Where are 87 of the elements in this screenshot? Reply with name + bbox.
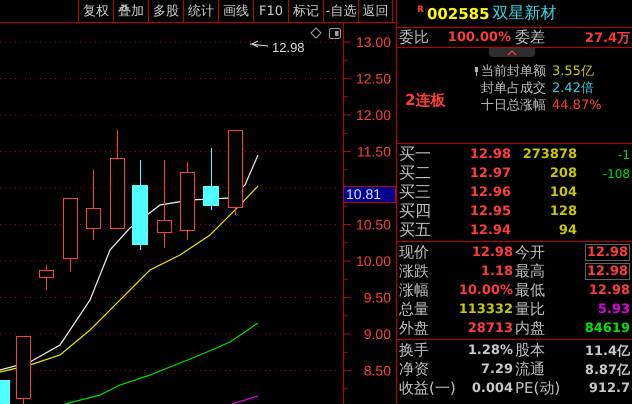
field-value: 0.004 [470,381,513,396]
field-value: 912.7 [588,381,630,396]
price-label: 9.00 [364,326,391,342]
field-label: 换手 [399,341,430,360]
field-value: 2.42倍 [552,80,594,97]
candlestick [86,170,101,240]
field-value: 12.98 [584,263,630,280]
bid-label: 买二 [399,163,432,184]
field-value: 28713 [468,321,513,336]
bid-label: 买一 [399,144,432,165]
field-label: 外盘 [399,319,430,338]
field-label: PE(动) [514,379,562,398]
streak-label: 2连板 [405,90,446,110]
field-value: 5.93 [598,302,630,317]
high-price-note: 12.98 [272,40,305,55]
bid-price: 12.94 [468,223,511,238]
field-label: 委差 [515,28,545,47]
bid-price: 12.96 [468,185,511,200]
toggle-icon[interactable] [329,28,341,39]
candlestick [16,336,31,404]
price-label: 11.50 [357,144,391,160]
field-label: 净资 [399,360,430,379]
arrow-icon [250,40,268,48]
bid-price: 12.95 [468,204,511,219]
bid-label: 买四 [399,201,432,222]
collapse-icon [506,50,516,56]
field-label: 现价 [399,243,430,262]
bid-price: 12.97 [468,166,511,181]
field-label: 当前封单额 [481,63,546,80]
field-label: 最高 [514,262,546,281]
bid-volume: 104 [548,185,577,200]
field-label: 涨幅 [399,281,430,300]
field-value: 10.00% [458,283,513,298]
diamond-icon[interactable] [310,27,322,39]
toolbar-button[interactable]: 返回 [358,0,393,22]
field-value: 8.87亿 [584,362,630,378]
field-value: 1.18 [480,264,513,279]
field-label: 委比 [399,28,430,47]
field-label: 封单占成交 [481,80,546,97]
current-price-marker: 10.81 [343,186,396,203]
candlestick [39,264,54,290]
price-label: 8.50 [364,362,391,378]
field-value: 44.87% [552,98,602,112]
field-label: 十日总涨幅 [481,97,546,114]
field-value: 12.98 [584,244,630,261]
stock-code: 002585 [426,4,490,22]
toolbar-button[interactable]: -自选 [323,0,358,22]
price-label: 13.00 [356,34,391,50]
flag-label: R [417,5,424,15]
stock-name: 双星新材 [492,3,557,24]
field-label: 内盘 [514,319,546,338]
pin-icon [475,66,478,76]
bid-label: 买五 [399,220,432,241]
field-value: 12.98 [472,245,513,260]
field-value: 113332 [458,302,513,317]
field-value: 11.4亿 [584,342,630,360]
candlestick [203,148,219,210]
field-label: 流通 [514,360,546,379]
field-label: 最低 [514,281,546,300]
candlestick [0,380,10,404]
bid-price: 12.98 [468,147,511,162]
bid-change: -108 [602,166,630,180]
field-value: 27.4万 [584,30,630,46]
bid-change: -1 [617,148,630,162]
price-label: 10.50 [356,216,391,232]
field-label: 量比 [514,300,546,319]
field-value: 7.29 [480,362,513,377]
field-label: 股本 [514,341,546,360]
price-label: 10.00 [356,253,391,269]
collapse-tab[interactable] [488,48,534,57]
field-label: 收益(一) [399,379,457,398]
field-value: 1.28% [466,343,513,358]
field-label: 总量 [399,300,430,319]
bid-volume: 208 [548,166,577,181]
bid-volume: 94 [558,223,577,238]
field-value: 12.98 [588,283,630,298]
bid-volume: 273878 [522,147,577,162]
field-value: 84619 [584,321,630,336]
price-label: 12.50 [356,70,391,86]
field-value: 100.00% [446,30,511,45]
field-label: 涨跌 [399,262,430,281]
bid-volume: 128 [548,204,577,219]
price-label: 12.00 [356,107,391,123]
price-label: 9.50 [364,290,391,306]
field-value: 3.55亿 [552,63,594,80]
field-label: 今开 [514,243,546,262]
bid-label: 买三 [399,182,432,203]
